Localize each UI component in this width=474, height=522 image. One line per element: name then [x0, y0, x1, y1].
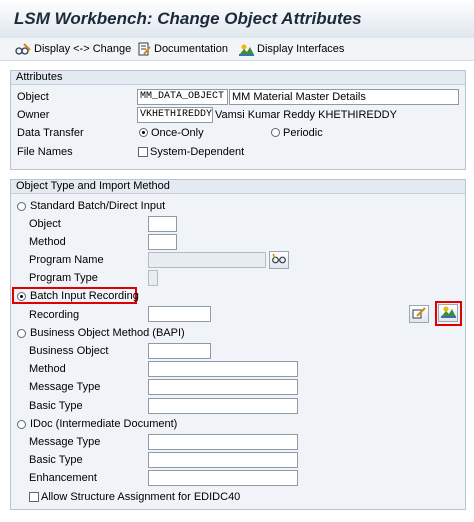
display-interfaces-label: Display Interfaces [257, 43, 345, 55]
enhancement-label: Enhancement [29, 472, 97, 484]
documentation-label: Documentation [154, 43, 228, 55]
system-dependent-checkbox[interactable] [138, 147, 148, 157]
idoc-label: IDoc (Intermediate Document) [30, 418, 178, 430]
recording-label: Recording [29, 309, 80, 321]
program-name-label: Program Name [29, 254, 104, 266]
allow-structure-checkbox[interactable] [29, 492, 39, 502]
mountain-landscape-icon [440, 305, 456, 321]
program-name-field[interactable] [148, 252, 266, 268]
window-title: LSM Workbench: Change Object Attributes [14, 9, 362, 28]
bapi-message-type-field[interactable] [148, 379, 298, 395]
document-pencil-icon [138, 42, 151, 56]
owner-label: Owner [17, 109, 50, 121]
idoc-radio[interactable] [17, 420, 26, 429]
object-description-field: MM Material Master Details [229, 89, 459, 105]
program-lookup-button[interactable] [269, 251, 289, 269]
overview-recording-button[interactable] [438, 304, 458, 322]
display-change-button[interactable]: Display <-> Change [15, 42, 131, 56]
idoc-message-type-field[interactable] [148, 434, 298, 450]
documentation-button[interactable]: Documentation [138, 42, 228, 56]
once-only-radio[interactable] [139, 128, 148, 137]
bapi-radio[interactable] [17, 329, 26, 338]
recording-field[interactable] [148, 306, 211, 322]
business-object-field[interactable] [148, 343, 211, 359]
periodic-radio[interactable] [271, 128, 280, 137]
display-change-label: Display <-> Change [34, 43, 132, 55]
import-method-group-header: Object Type and Import Method [10, 179, 466, 194]
system-dependent-label: System-Dependent [150, 146, 245, 158]
std-object-field[interactable] [148, 216, 177, 232]
idoc-basic-type-field[interactable] [148, 452, 298, 468]
edit-recording-button[interactable] [409, 305, 429, 323]
bapi-label: Business Object Method (BAPI) [30, 327, 185, 339]
idoc-basic-type-label: Basic Type [29, 454, 83, 466]
attributes-group-header: Attributes [10, 70, 466, 85]
glasses-icon [272, 253, 286, 267]
standard-batch-label: Standard Batch/Direct Input [30, 200, 166, 212]
owner-name: Vamsi Kumar Reddy KHETHIREDDY [215, 109, 397, 121]
batch-input-label: Batch Input Recording [30, 290, 139, 302]
bapi-method-label: Method [29, 363, 66, 375]
std-method-label: Method [29, 236, 66, 248]
allow-structure-label: Allow Structure Assignment for EDIDC40 [41, 491, 241, 503]
data-transfer-label: Data Transfer [17, 127, 84, 139]
batch-input-radio[interactable] [17, 292, 26, 301]
periodic-label: Periodic [283, 127, 323, 139]
idoc-message-type-label: Message Type [29, 436, 101, 448]
bapi-method-field[interactable] [148, 361, 298, 377]
file-names-label: File Names [17, 146, 73, 158]
bapi-message-type-label: Message Type [29, 381, 101, 393]
business-object-label: Business Object [29, 345, 109, 357]
std-method-field[interactable] [148, 234, 177, 250]
program-type-field[interactable] [148, 270, 158, 286]
program-type-label: Program Type [29, 272, 98, 284]
enhancement-field[interactable] [148, 470, 298, 486]
display-interfaces-button[interactable]: Display Interfaces [239, 42, 344, 56]
standard-batch-radio[interactable] [17, 202, 26, 211]
bapi-basic-type-label: Basic Type [29, 400, 83, 412]
object-label: Object [17, 91, 49, 103]
bapi-basic-type-field[interactable] [148, 398, 298, 414]
glasses-pencil-icon [15, 42, 31, 56]
std-object-label: Object [29, 218, 61, 230]
pencil-arrow-icon [412, 306, 426, 322]
owner-field[interactable]: VKHETHIREDDY [137, 107, 213, 123]
mountain-landscape-icon [239, 43, 254, 56]
object-field[interactable]: MM_DATA_OBJECT [137, 89, 228, 105]
once-only-label: Once-Only [151, 127, 204, 139]
